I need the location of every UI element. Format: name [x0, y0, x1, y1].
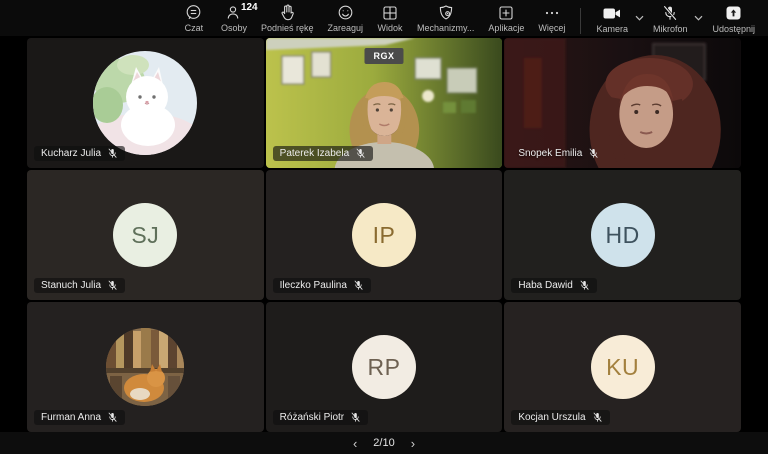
mic-muted-icon	[662, 5, 678, 22]
mic-muted-icon	[355, 148, 366, 159]
apps-label: Aplikacje	[488, 23, 524, 33]
chat-button[interactable]: Czat	[174, 0, 214, 35]
chat-icon	[185, 4, 202, 21]
react-smiley-icon	[337, 4, 354, 21]
react-button[interactable]: Zareaguj	[321, 0, 371, 35]
toolbar-separator	[580, 8, 581, 34]
avatar-initials: KU	[591, 335, 655, 399]
video-overlay-tag: RGX	[364, 48, 403, 64]
people-icon: 124	[226, 4, 242, 21]
avatar-initials: HD	[591, 203, 655, 267]
tile-furman-anna[interactable]: Furman Anna	[27, 302, 264, 432]
participant-name-tag: Haba Dawid	[511, 278, 596, 293]
tile-ileczko-paulina[interactable]: IP Ileczko Paulina	[266, 170, 503, 300]
view-grid-icon	[382, 4, 398, 21]
tile-kocjan-urszula[interactable]: KU Kocjan Urszula	[504, 302, 741, 432]
participant-name-tag: Kucharz Julia	[34, 146, 125, 161]
gallery-pagination: ‹ 2/10 ›	[0, 432, 768, 454]
tile-rozanski-piotr[interactable]: RP Różański Piotr	[266, 302, 503, 432]
participant-name: Ileczko Paulina	[280, 280, 347, 291]
mic-muted-icon	[588, 148, 599, 159]
mic-muted-icon	[107, 280, 118, 291]
camera-button[interactable]: Kamera	[589, 1, 635, 36]
participant-name-tag: Różański Piotr	[273, 410, 368, 425]
participant-name-tag: Kocjan Urszula	[511, 410, 609, 425]
more-dots-icon	[544, 4, 560, 21]
apps-plus-icon	[498, 4, 514, 21]
participant-name: Furman Anna	[41, 412, 101, 423]
share-screen-button[interactable]: Udostępnij	[705, 1, 762, 36]
participant-name-tag: Paterek Izabela	[273, 146, 374, 161]
mic-muted-icon	[350, 412, 361, 423]
tile-snopek-emilia[interactable]: Snopek Emilia	[504, 38, 741, 168]
avatar-initials: IP	[352, 203, 416, 267]
mic-muted-icon	[107, 412, 118, 423]
participant-name: Paterek Izabela	[280, 148, 350, 159]
participant-name: Stanuch Julia	[41, 280, 101, 291]
microphone-button[interactable]: Mikrofon	[646, 1, 695, 36]
raise-hand-label: Podnieś rękę	[261, 23, 314, 33]
camera-on-icon	[602, 5, 622, 22]
microphone-label: Mikrofon	[653, 24, 688, 34]
camera-options-chevron[interactable]	[635, 1, 646, 24]
avatar-initials: SJ	[113, 203, 177, 267]
page-indicator: 2/10	[373, 437, 394, 449]
mechanisms-label: Mechanizmy...	[417, 23, 474, 33]
participant-name-tag: Stanuch Julia	[34, 278, 125, 293]
tile-stanuch-julia[interactable]: SJ Stanuch Julia	[27, 170, 264, 300]
mic-muted-icon	[592, 412, 603, 423]
participant-name-tag: Ileczko Paulina	[273, 278, 371, 293]
cat-illustration-avatar	[93, 51, 197, 155]
shield-gear-icon	[438, 4, 454, 21]
microphone-options-chevron[interactable]	[694, 1, 705, 24]
avatar-initials: RP	[352, 335, 416, 399]
meeting-toolbar: Czat 124 Osoby Podnieś rękę	[0, 0, 768, 36]
previous-page-button[interactable]: ‹	[351, 437, 359, 450]
more-label: Więcej	[538, 23, 565, 33]
more-button[interactable]: Więcej	[531, 0, 572, 35]
participant-name-tag: Furman Anna	[34, 410, 125, 425]
camera-label: Kamera	[596, 24, 628, 34]
view-label: Widok	[378, 23, 403, 33]
participant-name: Różański Piotr	[280, 412, 344, 423]
participant-name: Snopek Emilia	[518, 148, 582, 159]
mechanisms-button[interactable]: Mechanizmy...	[410, 0, 481, 35]
toolbar-actions-group: Czat 124 Osoby Podnieś rękę	[174, 0, 573, 36]
mic-muted-icon	[353, 280, 364, 291]
participant-count-badge: 124	[241, 2, 258, 13]
bookshelf-cat-photo-avatar	[106, 328, 184, 406]
participant-name: Kocjan Urszula	[518, 412, 585, 423]
share-screen-icon	[724, 5, 743, 22]
people-label: Osoby	[221, 23, 247, 33]
apps-button[interactable]: Aplikacje	[481, 0, 531, 35]
next-page-button[interactable]: ›	[409, 437, 417, 450]
mic-muted-icon	[107, 148, 118, 159]
tile-kucharz-julia[interactable]: Kucharz Julia	[27, 38, 264, 168]
participant-grid: Kucharz Julia	[0, 36, 768, 432]
raise-hand-button[interactable]: Podnieś rękę	[254, 0, 321, 35]
react-label: Zareaguj	[328, 23, 364, 33]
people-button[interactable]: 124 Osoby	[214, 0, 254, 35]
tile-paterek-izabela[interactable]: RGX Paterek Izabela	[266, 38, 503, 168]
participant-name-tag: Snopek Emilia	[511, 146, 606, 161]
tile-haba-dawid[interactable]: HD Haba Dawid	[504, 170, 741, 300]
participant-name: Haba Dawid	[518, 280, 572, 291]
mic-muted-icon	[579, 280, 590, 291]
toolbar-devices-group: Kamera Mikrofon	[589, 1, 762, 36]
share-screen-label: Udostępnij	[712, 24, 755, 34]
participant-name: Kucharz Julia	[41, 148, 101, 159]
raise-hand-icon	[280, 4, 295, 21]
chat-label: Czat	[185, 23, 204, 33]
view-button[interactable]: Widok	[370, 0, 410, 35]
